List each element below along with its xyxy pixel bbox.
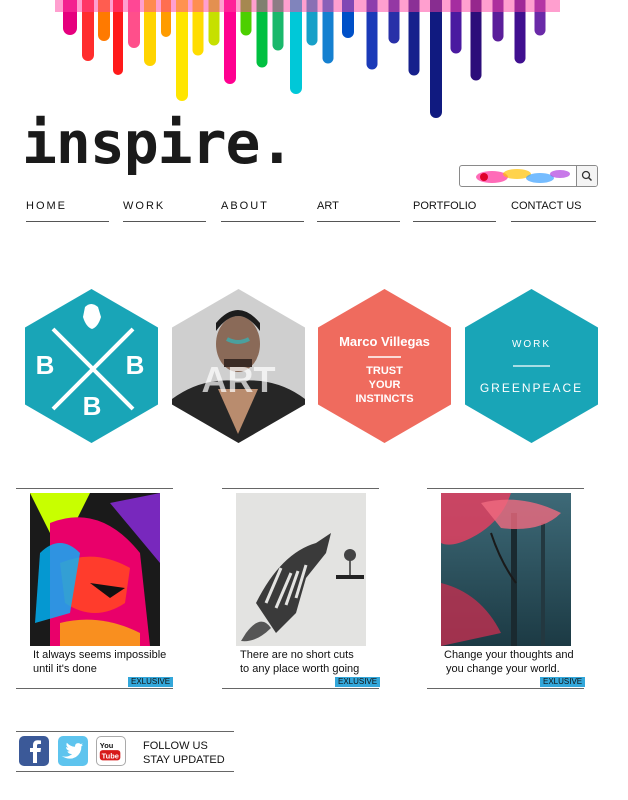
nav-item-work[interactable]: WORK [123, 200, 206, 222]
nav-item-contact-us[interactable]: CONTACT US [511, 200, 596, 222]
nav-item-label: ABOUT [221, 200, 269, 212]
card-divider [16, 688, 173, 689]
work-subtitle: GREENPEACE [479, 381, 584, 395]
card-divider [16, 488, 173, 489]
hex-tile-bb[interactable]: B B B [25, 289, 158, 443]
bb-letter-right: B [125, 350, 145, 380]
follow-us-text: FOLLOW US [143, 740, 208, 752]
gallery-image-colorful-face[interactable] [30, 493, 160, 646]
svg-text:Tube: Tube [102, 751, 119, 760]
search-button[interactable] [576, 166, 597, 186]
exclusive-badge: EXLUSIVE [335, 677, 381, 687]
youtube-glyph: You Tube [99, 741, 121, 760]
card-caption-line-1: There are no short cuts [240, 649, 354, 661]
search-input[interactable] [462, 168, 577, 184]
card-divider [222, 688, 379, 689]
nav-item-about[interactable]: ABOUT [221, 200, 304, 222]
card-caption-line-2: until it's done [33, 663, 97, 675]
facebook-glyph [30, 740, 41, 763]
gallery-image-red-forest[interactable] [441, 493, 571, 646]
hex-tile-art[interactable]: ART [172, 289, 305, 443]
nav-item-portfolio[interactable]: PORTFOLIO [413, 200, 496, 222]
card-divider [427, 488, 584, 489]
card-caption-line-2: to any place worth going [240, 663, 360, 675]
nav-item-label: PORTFOLIO [413, 200, 477, 212]
hex-shape [465, 289, 598, 443]
site-logo[interactable]: inspire. [22, 103, 294, 183]
card-divider [222, 488, 379, 489]
bb-letter-left: B [35, 350, 55, 380]
card-caption-line-2: you change your world. [446, 663, 560, 675]
nav-item-art[interactable]: ART [317, 200, 400, 222]
twitter-glyph [61, 742, 83, 759]
follow-divider [16, 771, 234, 772]
nav-item-label: HOME [26, 200, 67, 212]
art-label: ART [201, 359, 276, 400]
stay-updated-text: STAY UPDATED [143, 754, 225, 766]
gallery-image-zebra[interactable] [236, 493, 366, 646]
youtube-icon[interactable]: You Tube [96, 736, 126, 766]
marco-line-3: INSTINCTS [355, 393, 414, 405]
nav-item-label: CONTACT US [511, 200, 582, 212]
twitter-icon[interactable] [58, 736, 88, 766]
follow-divider [16, 731, 234, 732]
marco-name: Marco Villegas [339, 334, 430, 349]
search-icon [581, 170, 593, 182]
hex-tile-work-greenpeace[interactable]: WORK GREENPEACE [465, 289, 598, 443]
card-divider [427, 688, 584, 689]
work-title: WORK [511, 339, 552, 350]
exclusive-badge: EXLUSIVE [128, 677, 174, 687]
hex-tile-marco-villegas[interactable]: Marco Villegas TRUST YOUR INSTINCTS [318, 289, 451, 443]
exclusive-badge: EXLUSIVE [540, 677, 586, 687]
marco-line-1: TRUST [366, 365, 403, 377]
card-caption-line-1: Change your thoughts and [444, 649, 574, 661]
svg-text:You: You [100, 741, 114, 750]
card-caption-line-1: It always seems impossible [33, 649, 167, 661]
search-box[interactable] [459, 165, 598, 187]
nav-item-label: WORK [123, 200, 166, 212]
facebook-icon[interactable] [19, 736, 49, 766]
bb-letter-bottom: B [82, 391, 102, 421]
nav-item-label: ART [317, 200, 339, 212]
marco-line-2: YOUR [368, 379, 401, 391]
nav-item-home[interactable]: HOME [26, 200, 109, 222]
